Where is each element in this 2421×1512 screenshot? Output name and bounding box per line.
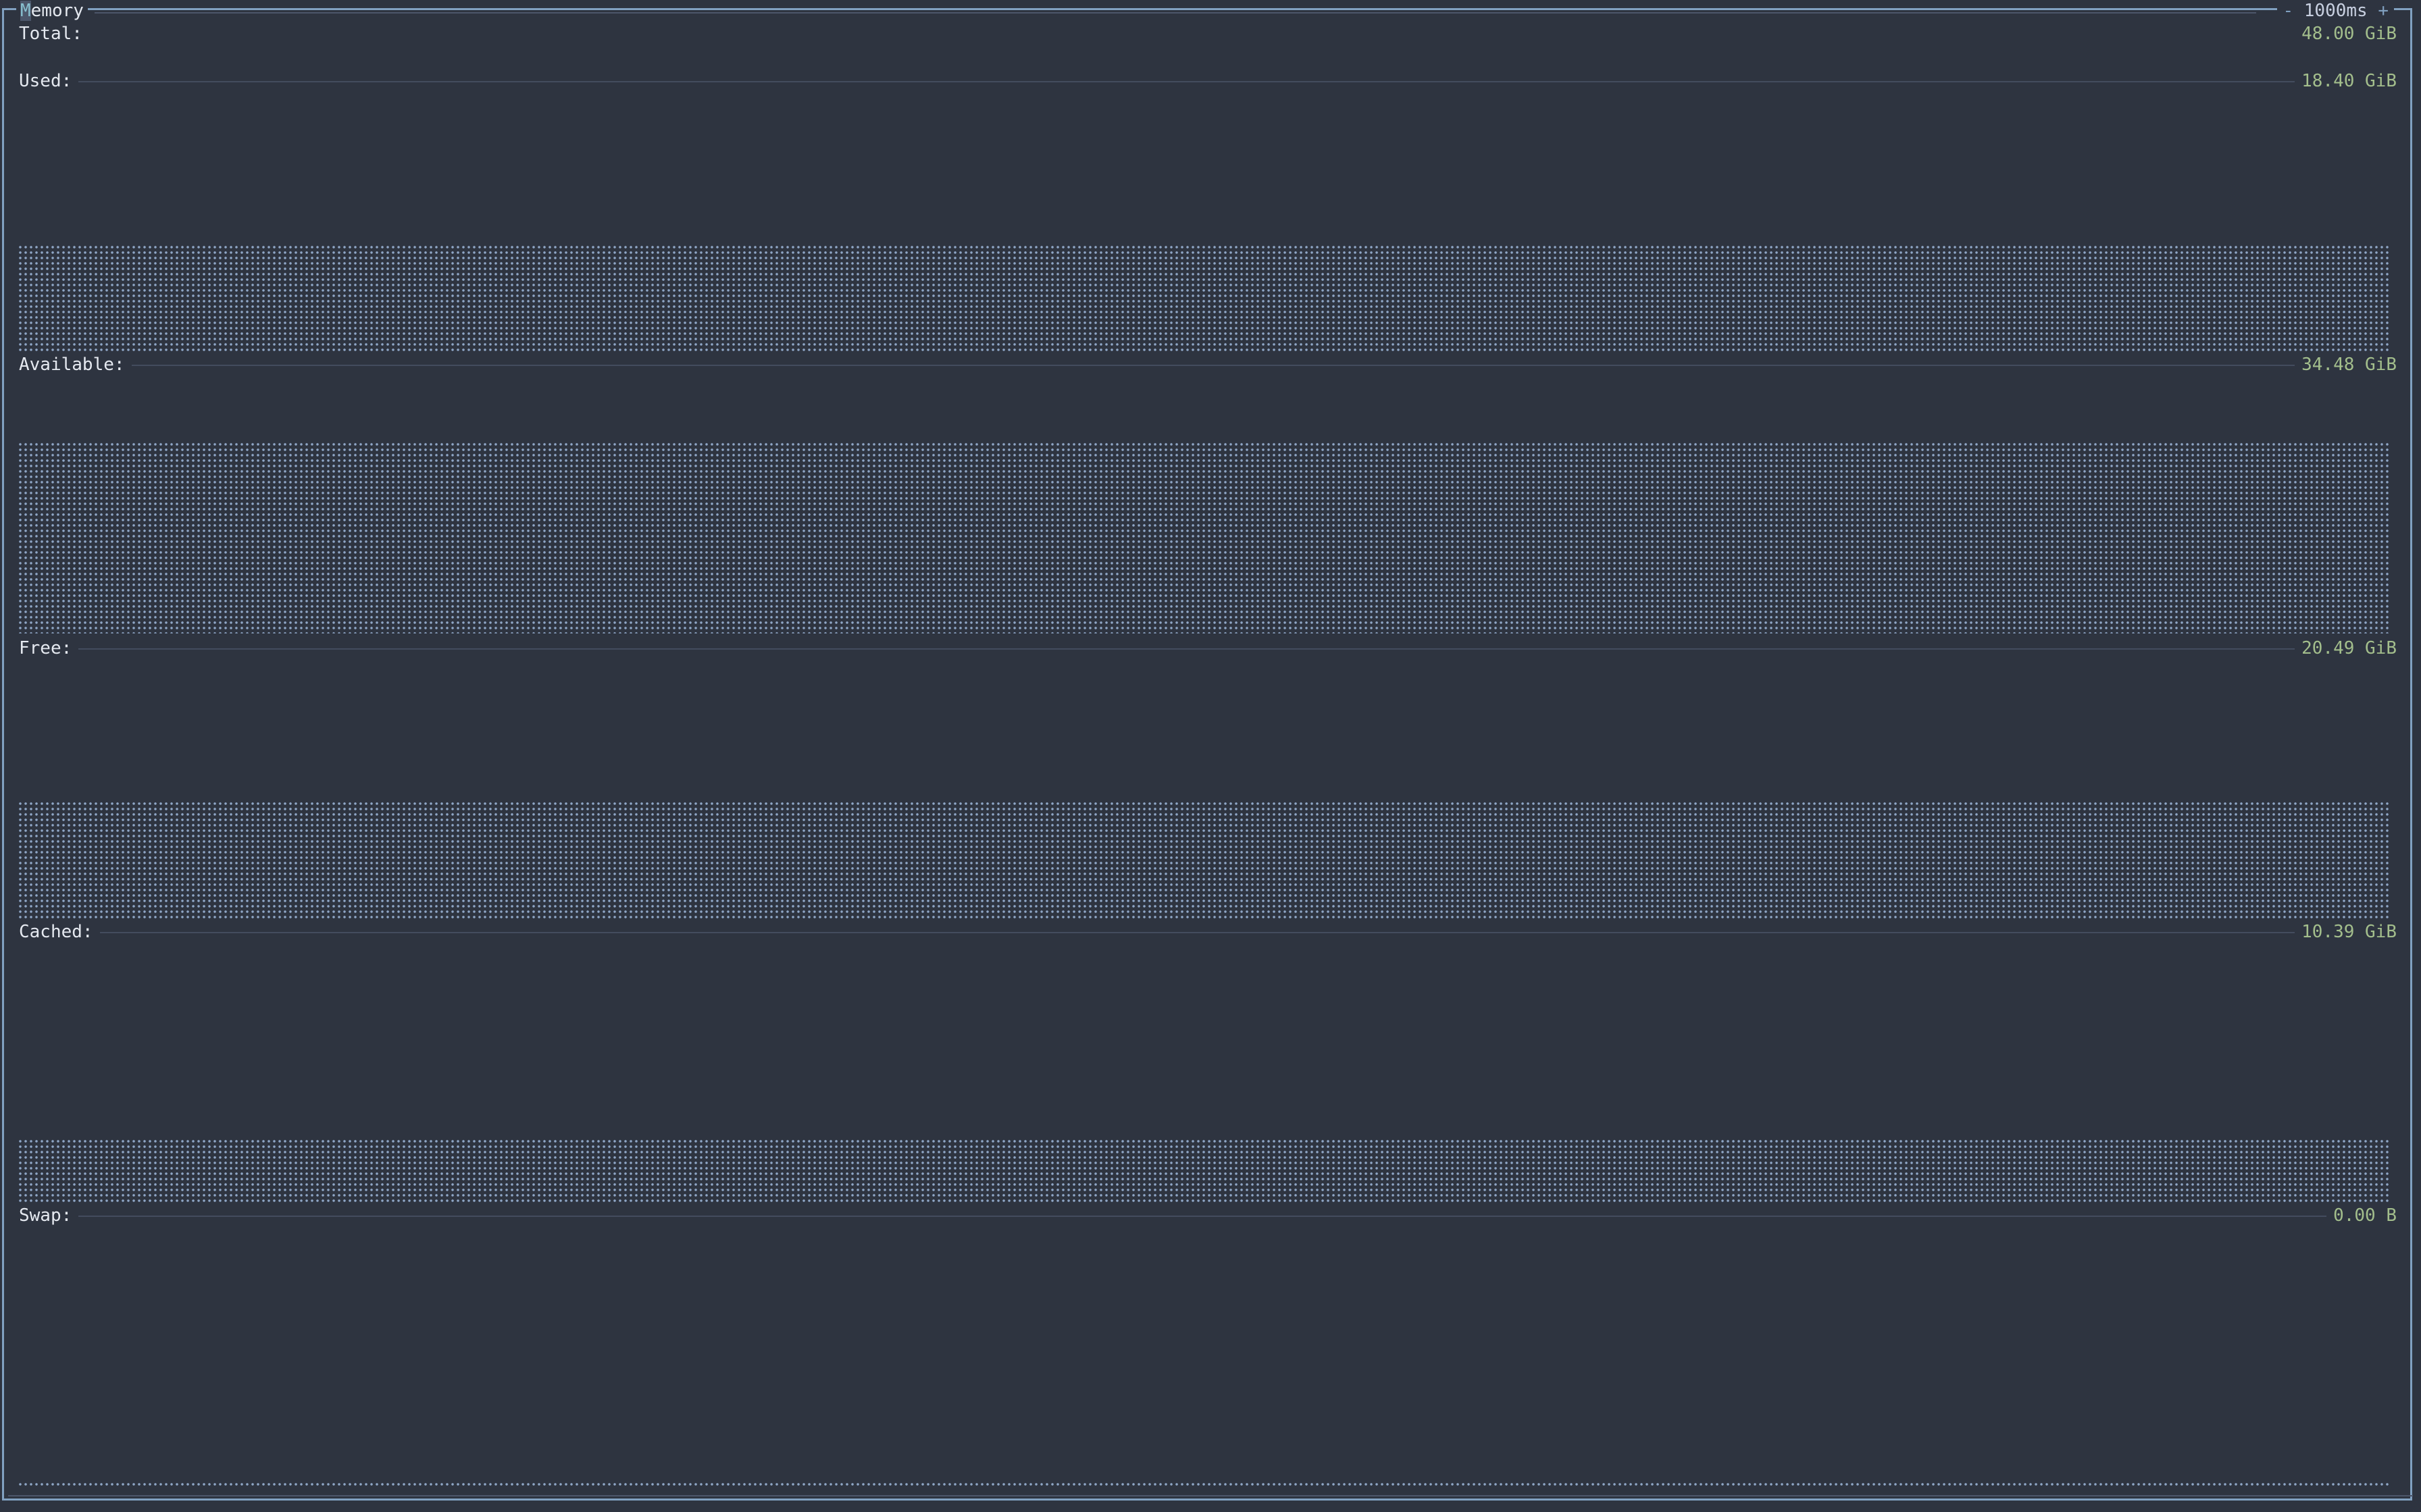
swap-label: Swap:: [19, 1205, 79, 1226]
cached-graph-fill: [19, 1140, 2391, 1203]
total-label: Total:: [19, 23, 89, 45]
cached-value: 10.39 GiB: [2295, 921, 2397, 943]
free-separator: [19, 648, 2397, 650]
cached-label: Cached:: [19, 921, 100, 943]
interval-decrease-button[interactable]: -: [2283, 1, 2293, 21]
cached-separator: [19, 932, 2397, 933]
total-value: 48.00 GiB: [2295, 23, 2397, 45]
panel-title[interactable]: Memory: [16, 0, 88, 22]
swap-graph-fill: [19, 1483, 2391, 1487]
available-graph-fill: [19, 443, 2391, 633]
memory-monitor-window: Memory - 1000ms + Total: 48.00 GiB Used:…: [0, 0, 2421, 1512]
free-graph-fill: [19, 802, 2391, 920]
panel-title-hotkey: M: [20, 1, 31, 21]
available-separator: [19, 365, 2397, 366]
cached-graph: [19, 1140, 2391, 1203]
used-label: Used:: [19, 70, 79, 92]
available-value: 34.48 GiB: [2295, 354, 2397, 375]
frame-inner-top: [95, 12, 2256, 14]
panel-title-text: emory: [30, 1, 84, 21]
free-label: Free:: [19, 637, 79, 659]
panel-frame: [2, 9, 2412, 1501]
used-separator: [19, 81, 2397, 82]
interval-increase-button[interactable]: +: [2378, 1, 2389, 21]
interval-value: 1000ms: [2303, 1, 2368, 21]
used-value: 18.40 GiB: [2295, 70, 2397, 92]
swap-graph: [19, 1483, 2391, 1487]
frame-inner-bottom: [8, 1495, 2413, 1496]
swap-separator: [19, 1216, 2397, 1217]
used-graph-fill: [19, 246, 2391, 351]
update-interval-control: - 1000ms +: [2277, 0, 2394, 22]
available-label: Available:: [19, 354, 132, 375]
available-graph: [19, 443, 2391, 633]
swap-value: 0.00 B: [2326, 1205, 2397, 1226]
used-graph: [19, 246, 2391, 351]
free-graph: [19, 802, 2391, 920]
free-value: 20.49 GiB: [2295, 637, 2397, 659]
